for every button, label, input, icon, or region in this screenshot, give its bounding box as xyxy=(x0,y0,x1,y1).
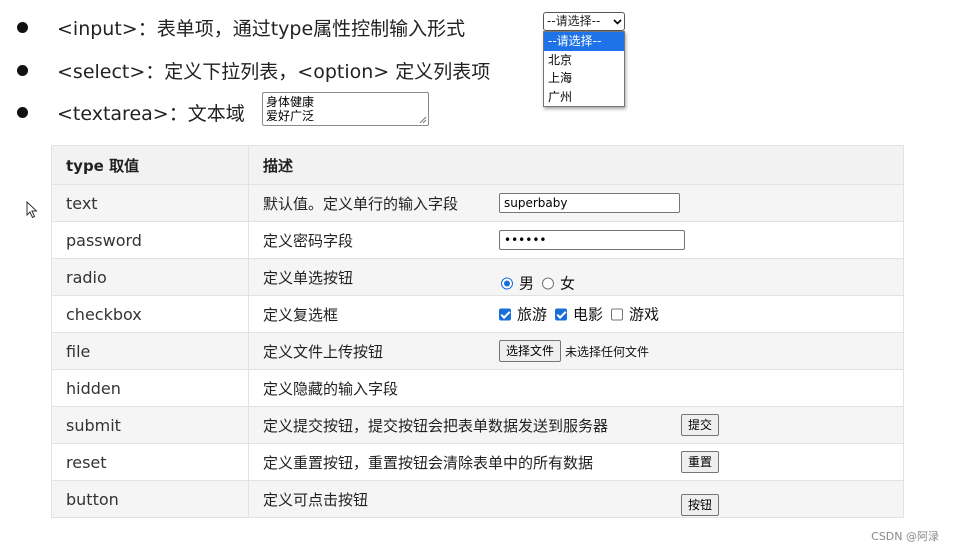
radio-label: 男 xyxy=(519,274,535,293)
dropdown-option[interactable]: 北京 xyxy=(544,51,624,70)
radio-female[interactable] xyxy=(542,277,555,289)
desc-cell: 默认值。定义单行的输入字段 superbaby xyxy=(248,184,904,222)
desc-cell: 定义提交按钮，提交按钮会把表单数据发送到服务器 提交 xyxy=(248,406,904,444)
type-cell: hidden xyxy=(51,369,249,407)
checkbox-label: 旅游 xyxy=(517,305,548,324)
desc-cell: 定义隐藏的输入字段 xyxy=(248,369,904,407)
type-cell: button xyxy=(51,480,249,518)
demo-file-input: 选择文件 未选择任何文件 xyxy=(499,340,649,362)
checkbox-game[interactable] xyxy=(611,308,624,320)
select-dropdown[interactable]: --请选择-- xyxy=(543,12,625,31)
type-cell: submit xyxy=(51,406,249,444)
select-value: --请选择-- xyxy=(547,14,601,28)
desc-cell: 定义文件上传按钮 选择文件 未选择任何文件 xyxy=(248,332,904,370)
choose-file-button[interactable]: 选择文件 xyxy=(499,340,562,362)
type-cell: reset xyxy=(51,443,249,481)
desc-text: 默认值。定义单行的输入字段 xyxy=(263,194,459,213)
plain-button[interactable]: 按钮 xyxy=(681,494,720,516)
checkbox-travel[interactable] xyxy=(499,308,511,320)
header-type: type 取值 xyxy=(51,145,249,185)
desc-text: 定义重置按钮，重置按钮会清除表单中的所有数据 xyxy=(263,453,594,472)
textarea-line: 爱好广泛 xyxy=(266,109,315,123)
bullet-text: <input>：表单项，通过type属性控制输入形式 xyxy=(57,17,466,40)
desc-text: 定义文件上传按钮 xyxy=(263,342,384,361)
textarea-line: 身体健康 xyxy=(266,95,315,109)
bullet-text: <select>：定义下拉列表，<option> 定义列表项 xyxy=(57,60,491,83)
desc-text: 定义复选框 xyxy=(263,305,339,324)
type-cell: radio xyxy=(51,258,249,296)
desc-cell: 定义单选按钮 男 女 xyxy=(248,258,904,296)
desc-text: 定义密码字段 xyxy=(263,231,354,250)
checkbox-movie[interactable] xyxy=(555,308,568,320)
radio-label: 女 xyxy=(560,274,576,293)
reset-button[interactable]: 重置 xyxy=(681,451,720,473)
demo-checkbox-group: 旅游 电影 游戏 xyxy=(499,304,667,325)
table-row: text 默认值。定义单行的输入字段 superbaby xyxy=(51,184,904,222)
table-header-row: type 取值 描述 xyxy=(51,145,904,185)
textarea-demo[interactable]: 身体健康 爱好广泛 xyxy=(262,92,429,126)
type-cell: checkbox xyxy=(51,295,249,333)
dropdown-option[interactable]: --请选择-- xyxy=(544,32,624,51)
demo-reset-wrap: 重置 xyxy=(681,451,720,473)
table-row: checkbox 定义复选框 旅游 电影 游戏 xyxy=(51,295,904,333)
demo-submit-wrap: 提交 xyxy=(681,414,720,436)
dropdown-option[interactable]: 广州 xyxy=(544,88,624,107)
demo-radio-group: 男 女 xyxy=(501,273,583,294)
file-hint: 未选择任何文件 xyxy=(565,344,650,359)
table-row: password 定义密码字段 •••••• xyxy=(51,221,904,259)
table-row: file 定义文件上传按钮 选择文件 未选择任何文件 xyxy=(51,332,904,370)
type-table: type 取值 描述 text 默认值。定义单行的输入字段 superbaby … xyxy=(51,145,904,518)
desc-text: 定义可点击按钮 xyxy=(263,490,369,509)
checkbox-label: 电影 xyxy=(573,305,604,324)
submit-button[interactable]: 提交 xyxy=(681,414,720,436)
desc-text: 定义单选按钮 xyxy=(263,268,354,287)
table-row: submit 定义提交按钮，提交按钮会把表单数据发送到服务器 提交 xyxy=(51,406,904,444)
type-cell: file xyxy=(51,332,249,370)
table-row: hidden 定义隐藏的输入字段 xyxy=(51,369,904,407)
desc-text: 定义提交按钮，提交按钮会把表单数据发送到服务器 xyxy=(263,416,609,435)
desc-cell: 定义密码字段 •••••• xyxy=(248,221,904,259)
bullet-dot xyxy=(17,21,28,33)
demo-password-input[interactable]: •••••• xyxy=(499,230,685,250)
table-row: radio 定义单选按钮 男 女 xyxy=(51,258,904,296)
demo-password-wrap: •••••• xyxy=(499,230,685,250)
watermark: CSDN @阿渌 xyxy=(871,530,939,543)
demo-text-input[interactable]: superbaby xyxy=(499,193,680,213)
desc-cell: 定义复选框 旅游 电影 游戏 xyxy=(248,295,904,333)
desc-cell: 定义重置按钮，重置按钮会清除表单中的所有数据 重置 xyxy=(248,443,904,481)
demo-button-wrap: 按钮 xyxy=(681,494,720,516)
bullet-dot xyxy=(17,64,28,76)
radio-male[interactable] xyxy=(501,277,513,289)
checkbox-label: 游戏 xyxy=(629,305,660,324)
table-row: button 定义可点击按钮 按钮 xyxy=(51,480,904,518)
dropdown-option[interactable]: 上海 xyxy=(544,69,624,88)
mouse-pointer-icon xyxy=(26,201,38,219)
bullet-text: <textarea>：文本域 xyxy=(57,102,245,125)
type-cell: password xyxy=(51,221,249,259)
header-desc: 描述 xyxy=(248,145,904,185)
dropdown-list: --请选择-- 北京 上海 广州 xyxy=(543,31,625,107)
resize-grip-icon[interactable] xyxy=(419,116,427,124)
type-cell: text xyxy=(51,184,249,222)
desc-text: 定义隐藏的输入字段 xyxy=(263,379,399,398)
desc-cell: 定义可点击按钮 按钮 xyxy=(248,480,904,518)
demo-text-input-wrap: superbaby xyxy=(499,193,680,213)
chevron-down-icon xyxy=(610,13,624,30)
table-row: reset 定义重置按钮，重置按钮会清除表单中的所有数据 重置 xyxy=(51,443,904,481)
bullet-dot xyxy=(17,106,28,118)
